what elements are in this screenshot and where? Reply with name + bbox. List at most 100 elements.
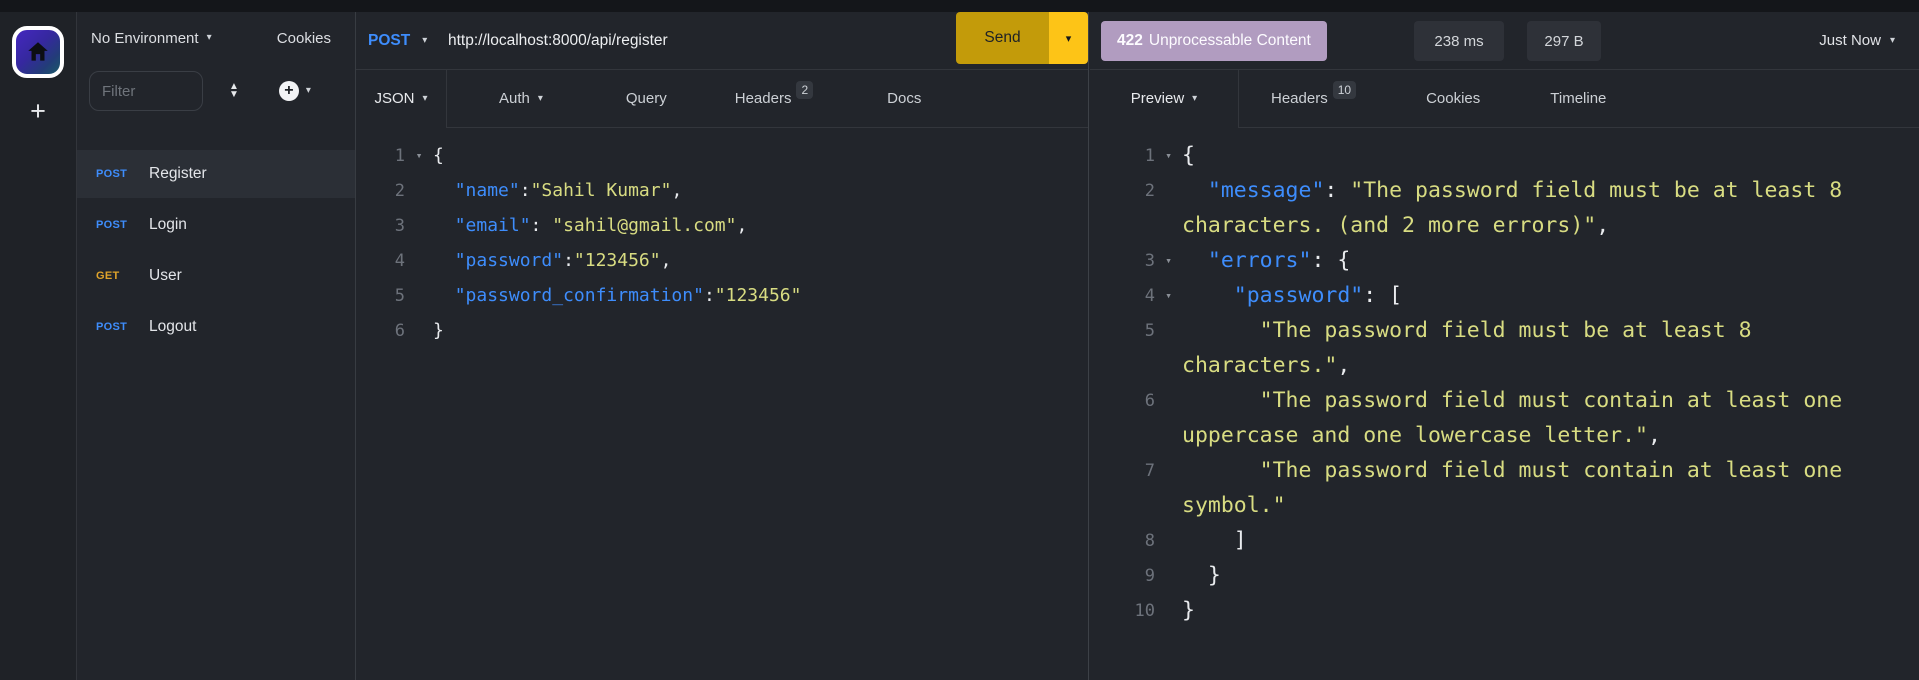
window-titlebar [0, 0, 1919, 12]
code-line: 4▾ "password": [ [1090, 278, 1919, 313]
code-text: } [1182, 598, 1195, 623]
code-line: symbol." [1090, 488, 1919, 523]
environment-row: No Environment ▾ Cookies [77, 12, 355, 64]
circle-plus-icon: + [279, 81, 299, 101]
tab-auth[interactable]: Auth▾ [495, 70, 547, 127]
send-button-group: Send ▾ [956, 12, 1088, 64]
request-panel: POST ▾ http://localhost:8000/api/registe… [356, 12, 1089, 680]
code-text: characters.", [1182, 353, 1350, 378]
code-line: 1▾{ [1090, 138, 1919, 173]
code-line: 8 ] [1090, 523, 1919, 558]
sort-button[interactable]: ▲ ▼ [229, 83, 239, 99]
code-line: 5 "The password field must be at least 8 [1090, 313, 1919, 348]
code-text: "password_confirmation":"123456" [433, 285, 801, 306]
code-line: 5 "password_confirmation":"123456" [356, 278, 1088, 313]
response-status-bar: 422 Unprocessable Content 238 ms 297 B J… [1090, 12, 1919, 70]
chevron-down-icon: ▾ [1890, 36, 1895, 46]
size-badge: 297 B [1527, 21, 1601, 61]
code-text: uppercase and one lowercase letter.", [1182, 423, 1661, 448]
code-text: characters. (and 2 more errors)", [1182, 213, 1609, 238]
code-text: "password": [ [1182, 283, 1402, 308]
chevron-down-icon: ▾ [422, 36, 427, 46]
send-options-button[interactable]: ▾ [1049, 12, 1088, 64]
left-rail: + [0, 12, 77, 680]
code-line: 6} [356, 313, 1088, 348]
method-badge: GET [96, 270, 149, 282]
chevron-down-icon: ▾ [207, 33, 212, 43]
line-number: 9 [1090, 566, 1155, 586]
code-text: "name":"Sahil Kumar", [433, 180, 682, 201]
fold-toggle-icon[interactable]: ▾ [1155, 149, 1182, 162]
response-preview-editor[interactable]: 1▾{2 "message": "The password field must… [1090, 128, 1919, 680]
filter-input[interactable] [89, 71, 203, 111]
line-number: 6 [356, 321, 405, 341]
request-name: User [149, 267, 182, 285]
tab-query[interactable]: Query [622, 70, 671, 127]
sidebar: No Environment ▾ Cookies ▲ ▼ + ▾ POSTReg… [77, 12, 356, 680]
tab-label: Cookies [1426, 90, 1480, 107]
home-button[interactable] [12, 26, 64, 78]
code-text: symbol." [1182, 493, 1286, 518]
tab-json[interactable]: JSON ▾ [356, 70, 447, 127]
fold-toggle-icon[interactable]: ▾ [1155, 254, 1182, 267]
code-text: "password":"123456", [433, 250, 671, 271]
tab-docs[interactable]: Docs [883, 70, 925, 127]
tab-timeline[interactable]: Timeline [1546, 70, 1610, 127]
send-button[interactable]: Send [956, 12, 1049, 64]
request-item-register[interactable]: POSTRegister [77, 150, 355, 198]
method-badge: POST [96, 219, 149, 231]
home-icon [25, 39, 51, 65]
tab-label: Query [626, 90, 667, 107]
code-line: 2 "message": "The password field must be… [1090, 173, 1919, 208]
code-line: characters.", [1090, 348, 1919, 383]
fold-toggle-icon[interactable]: ▾ [1155, 289, 1182, 302]
tab-label: JSON [374, 90, 414, 107]
request-body-editor[interactable]: 1▾{ 2 "name":"Sahil Kumar", 3 "email": "sa… [356, 128, 1088, 680]
tab-count-badge: 10 [1333, 81, 1356, 99]
method-selector[interactable]: POST ▾ [368, 12, 427, 69]
code-text: } [433, 320, 444, 341]
code-line: characters. (and 2 more errors)", [1090, 208, 1919, 243]
code-line: 9 } [1090, 558, 1919, 593]
code-text: "The password field must contain at leas… [1182, 388, 1842, 413]
response-tabs: Preview▾ Headers10 Cookies Timeline [1090, 70, 1919, 128]
line-number: 2 [356, 181, 405, 201]
response-history-selector[interactable]: Just Now ▾ [1819, 12, 1895, 69]
line-number: 3 [356, 216, 405, 236]
tab-preview[interactable]: Preview▾ [1090, 70, 1239, 127]
line-number: 6 [1090, 391, 1155, 411]
code-line: uppercase and one lowercase letter.", [1090, 418, 1919, 453]
line-number: 3 [1090, 251, 1155, 271]
fold-toggle-icon[interactable]: ▾ [405, 149, 433, 162]
code-line: 3 "email": "sahil@gmail.com", [356, 208, 1088, 243]
url-bar: POST ▾ http://localhost:8000/api/registe… [356, 12, 1088, 70]
line-number: 1 [356, 146, 405, 166]
chevron-down-icon: ▾ [422, 94, 427, 104]
duration-badge: 238 ms [1414, 21, 1504, 61]
line-number: 10 [1090, 601, 1155, 621]
request-item-logout[interactable]: POSTLogout [77, 303, 355, 351]
tab-headers[interactable]: Headers10 [1267, 70, 1360, 127]
cookies-button[interactable]: Cookies [277, 30, 331, 47]
tab-count-badge: 2 [796, 81, 813, 99]
new-workspace-button[interactable]: + [0, 100, 76, 122]
environment-selector[interactable]: No Environment ▾ [91, 30, 212, 47]
add-request-button[interactable]: + ▾ [279, 81, 311, 101]
line-number: 5 [1090, 321, 1155, 341]
request-tabs: JSON ▾ Auth▾ Query Headers2 Docs [356, 70, 1088, 128]
tab-headers[interactable]: Headers2 [731, 70, 817, 127]
request-list: POSTRegisterPOSTLoginGETUserPOSTLogout [77, 150, 355, 351]
code-line: 7 "The password field must contain at le… [1090, 453, 1919, 488]
url-field[interactable]: http://localhost:8000/api/register [448, 12, 668, 69]
line-number: 5 [356, 286, 405, 306]
tab-cookies[interactable]: Cookies [1422, 70, 1484, 127]
status-text: Unprocessable Content [1149, 32, 1311, 50]
request-item-login[interactable]: POSTLogin [77, 201, 355, 249]
code-text: "message": "The password field must be a… [1182, 178, 1842, 203]
code-text: "The password field must contain at leas… [1182, 458, 1842, 483]
request-item-user[interactable]: GETUser [77, 252, 355, 300]
code-line: 1▾{ [356, 138, 1088, 173]
request-name: Register [149, 165, 207, 183]
code-line: 4 "password":"123456", [356, 243, 1088, 278]
chevron-down-icon: ▾ [306, 86, 311, 96]
